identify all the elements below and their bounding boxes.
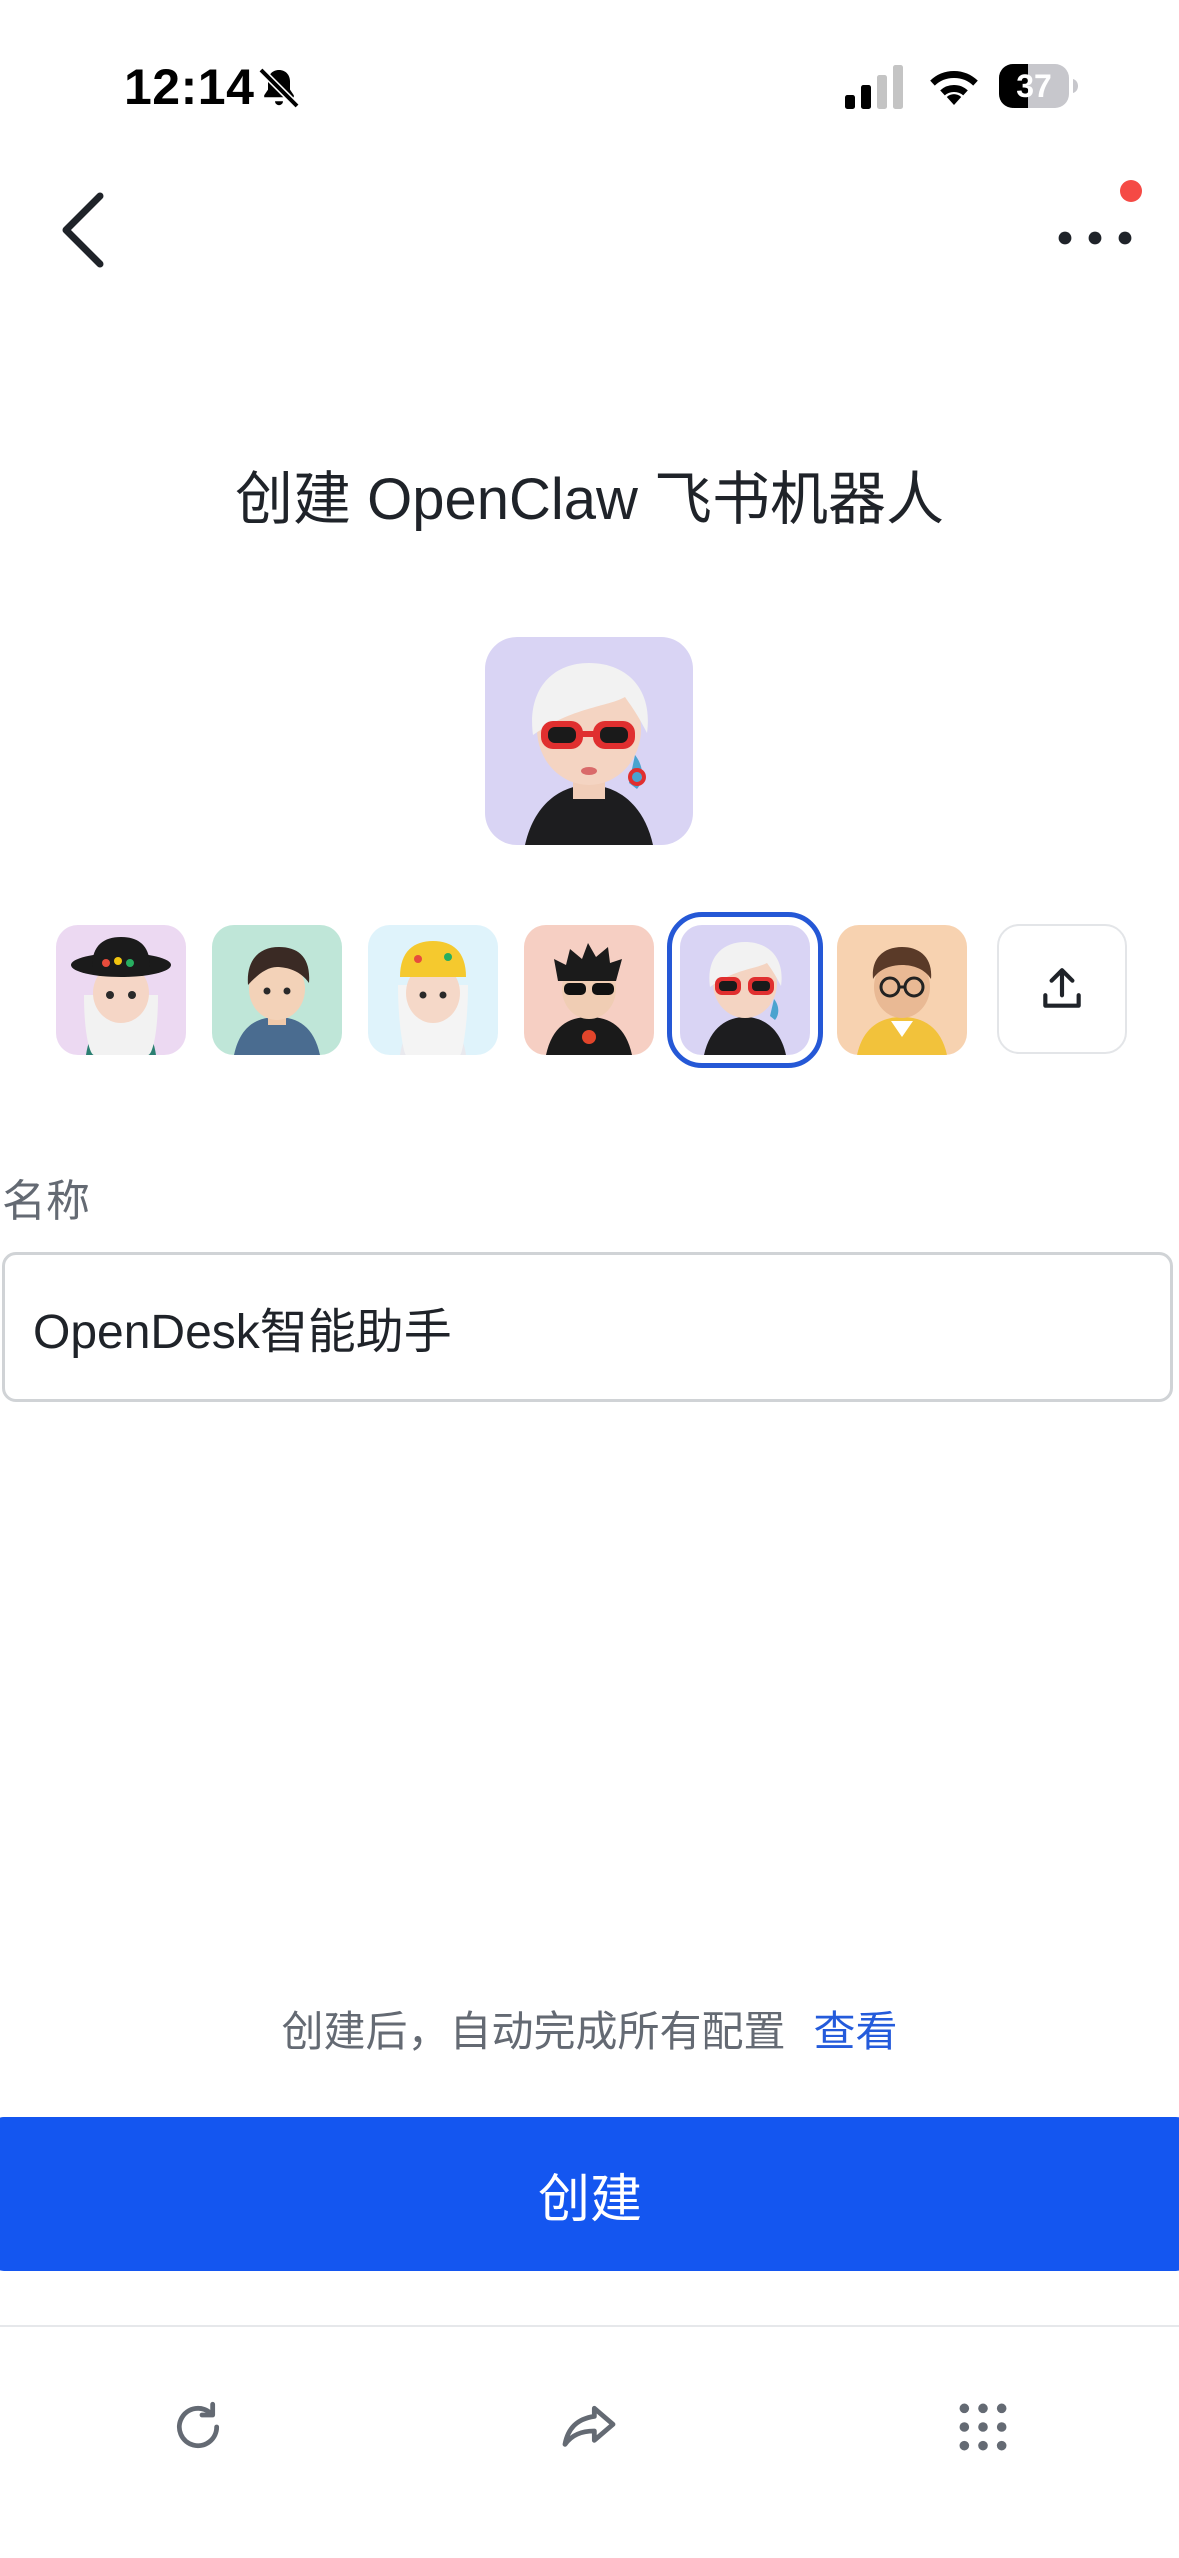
battery-level: 37: [1016, 67, 1052, 104]
grid-menu-icon[interactable]: [951, 2395, 1015, 2459]
avatar-option-6[interactable]: [837, 925, 967, 1055]
config-hint-text: 创建后，自动完成所有配置: [281, 2008, 786, 2055]
upload-icon: [1043, 968, 1081, 1008]
page-title: 创建 OpenClaw 飞书机器人: [234, 467, 945, 532]
share-icon[interactable]: [557, 2395, 621, 2459]
status-time: 12:14: [124, 59, 255, 115]
name-input[interactable]: OpenDesk智能助手: [2, 1252, 1173, 1402]
refresh-icon[interactable]: [166, 2395, 230, 2459]
browser-toolbar: [0, 2325, 1179, 2558]
bell-muted-icon: [258, 67, 300, 109]
battery-icon: 37: [998, 62, 1080, 110]
avatar-option-4[interactable]: [524, 925, 654, 1055]
more-horizontal-icon[interactable]: [1055, 210, 1135, 250]
avatar-option-1[interactable]: [56, 925, 186, 1055]
config-hint: 创建后，自动完成所有配置 查看: [0, 1998, 1179, 2059]
create-button[interactable]: 创建: [0, 2117, 1179, 2271]
wifi-icon: [930, 71, 978, 105]
upload-avatar-button[interactable]: [997, 924, 1127, 1054]
avatar-option-2[interactable]: [212, 925, 342, 1055]
avatar-option-5[interactable]: [667, 912, 823, 1068]
notification-dot: [1120, 180, 1142, 202]
name-label: 名称: [2, 1177, 90, 1226]
view-link[interactable]: 查看: [814, 2008, 898, 2055]
name-input-value: OpenDesk智能助手: [33, 1306, 452, 1359]
selected-avatar-preview: [485, 637, 693, 845]
cellular-signal-icon: [845, 65, 903, 109]
avatar-option-3[interactable]: [368, 925, 498, 1055]
chevron-left-icon[interactable]: [56, 190, 112, 270]
